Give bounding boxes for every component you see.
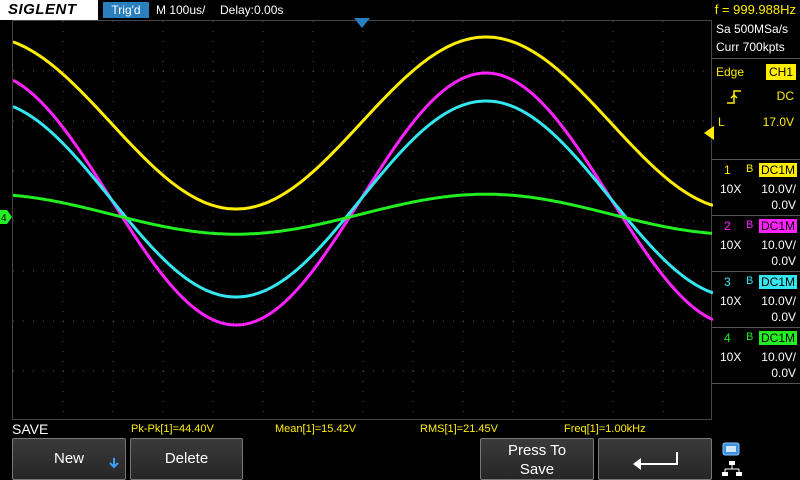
vertical-offset: 0.0V: [771, 310, 796, 324]
timebase-readout: M 100us/: [156, 3, 206, 17]
delete-button[interactable]: Delete: [130, 438, 243, 480]
back-button[interactable]: [598, 438, 712, 480]
channel-number: 2: [724, 219, 731, 233]
vertical-scale: 10.0V/: [761, 182, 796, 196]
bandwidth-limit-badge: B: [746, 163, 754, 175]
measurement-rms: RMS[1]=21.45V: [420, 423, 498, 435]
trigger-status-badge: Trig'd: [103, 2, 149, 18]
channel-coupling: DC1M: [758, 219, 797, 233]
top-status-bar: SIGLENT Trig'd M 100us/ Delay:0.00s f = …: [0, 0, 800, 20]
ch2-trace: [13, 71, 713, 327]
rising-edge-icon: [727, 90, 741, 104]
channel-3-settings[interactable]: 3 B DC1M 10X 10.0V/0.0V: [712, 272, 800, 328]
memory-depth: Curr 700kpts: [716, 40, 785, 54]
probe-attenuation: 10X: [720, 294, 742, 308]
channel-2-settings[interactable]: 2 B DC1M 10X 10.0V/0.0V: [712, 216, 800, 272]
channel-coupling: DC1M: [758, 163, 797, 177]
trigger-level-label: L: [718, 115, 725, 129]
trigger-type: Edge: [716, 65, 745, 79]
return-arrow-icon: [633, 452, 678, 470]
menu-title: SAVE: [12, 421, 49, 437]
channel-4-settings[interactable]: 4 B DC1M 10X 10.0V/0.0V: [712, 328, 800, 384]
channel-number: 1: [724, 163, 731, 177]
measurement-freq: Freq[1]=1.00kHz: [564, 423, 646, 435]
press-to-save-line1: Press To: [507, 442, 567, 459]
new-button[interactable]: New: [12, 438, 126, 480]
measurement-pkpk: Pk-Pk[1]=44.40V: [131, 423, 214, 435]
trigger-position-marker[interactable]: [352, 18, 372, 30]
measurement-bar: SAVE Pk-Pk[1]=44.40V Mean[1]=15.42V RMS[…: [0, 420, 712, 438]
ch4-ground-label: 4: [1, 213, 7, 224]
vertical-offset: 0.0V: [771, 366, 796, 380]
bandwidth-limit-badge: B: [746, 275, 754, 287]
bandwidth-limit-badge: B: [746, 331, 754, 343]
channel-1-settings[interactable]: 1 B DC1M 10X 10.0V/0.0V: [712, 160, 800, 216]
channel-number: 4: [724, 331, 731, 345]
delay-readout: Delay:0.00s: [220, 3, 284, 17]
usb-icon: [722, 442, 740, 456]
press-to-save-button[interactable]: Press To Save: [480, 438, 594, 480]
down-arrow-icon: [109, 458, 119, 469]
status-icons: [716, 440, 800, 480]
vertical-offset: 0.0V: [771, 254, 796, 268]
vertical-scale: 10.0V/: [761, 350, 796, 364]
ch1-trace: [13, 35, 713, 211]
trigger-settings[interactable]: Edge CH1 DC L 17.0V: [712, 58, 800, 160]
network-icon: [722, 461, 742, 476]
measurement-mean: Mean[1]=15.42V: [275, 423, 357, 435]
vertical-scale: 10.0V/: [761, 294, 796, 308]
press-to-save-line2: Save: [519, 461, 555, 478]
softkey-bar: New Delete Press To Save: [0, 438, 800, 480]
trigger-source: CH1: [765, 64, 796, 80]
ch4-ground-marker[interactable]: 4: [0, 210, 12, 224]
channel-coupling: DC1M: [758, 331, 797, 345]
bandwidth-limit-badge: B: [746, 219, 754, 231]
waveform-display[interactable]: [12, 20, 713, 420]
ch4-trace: [13, 192, 713, 236]
channel-number: 3: [724, 275, 731, 289]
probe-attenuation: 10X: [720, 238, 742, 252]
vertical-offset: 0.0V: [771, 198, 796, 212]
vertical-scale: 10.0V/: [761, 238, 796, 252]
waveform-traces: [13, 35, 713, 327]
channel-coupling: DC1M: [758, 275, 797, 289]
brand-logo: SIGLENT: [0, 0, 98, 20]
delete-button-label: Delete: [164, 450, 209, 467]
sample-rate: Sa 500MSa/s: [716, 22, 789, 36]
trigger-level-value: 17.0V: [762, 115, 794, 129]
probe-attenuation: 10X: [720, 182, 742, 196]
right-info-panel: Sa 500MSa/s Curr 700kpts Edge CH1 DC L 1…: [712, 20, 800, 420]
trigger-coupling: DC: [776, 89, 794, 103]
probe-attenuation: 10X: [720, 350, 742, 364]
frequency-counter: f = 999.988Hz: [714, 2, 796, 17]
